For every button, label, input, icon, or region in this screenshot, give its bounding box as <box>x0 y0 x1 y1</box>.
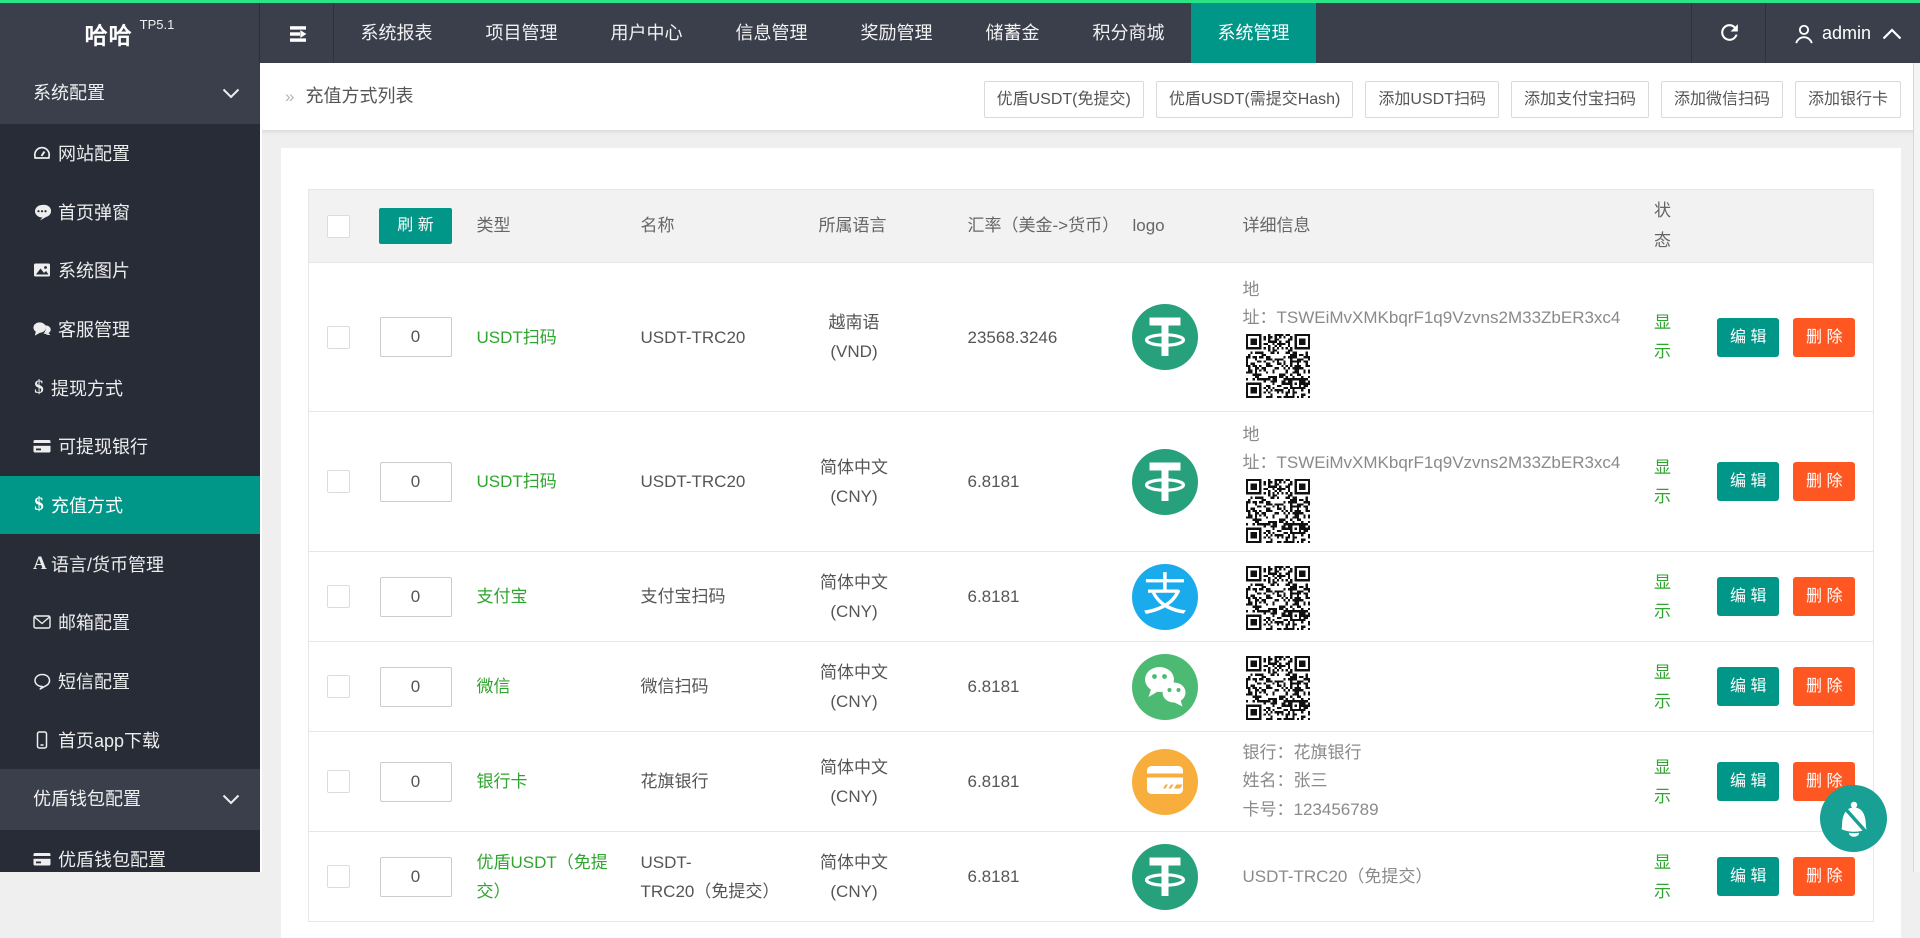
svg-text:支: 支 <box>1142 569 1187 620</box>
